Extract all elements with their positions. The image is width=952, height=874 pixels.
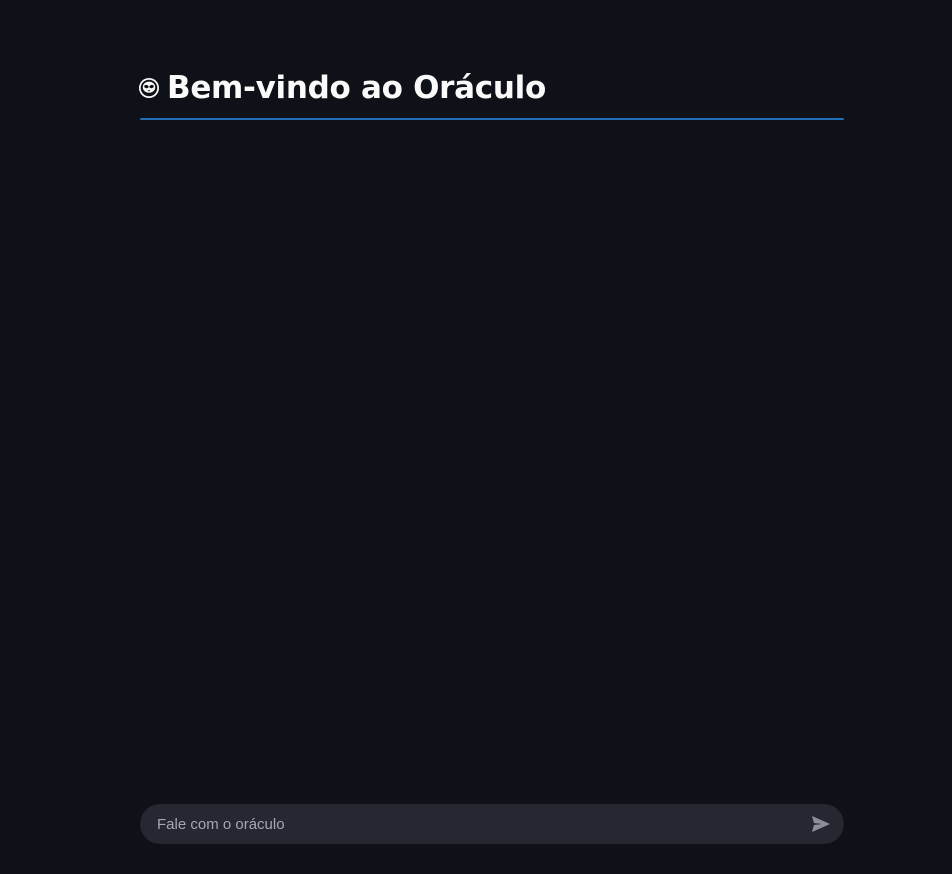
alien-face-icon [138,77,160,99]
chat-input-container [140,804,844,844]
send-button[interactable] [808,811,834,837]
app-root: Bem-vindo ao Oráculo [0,0,952,874]
page-title: Bem-vindo ao Oráculo [167,70,546,106]
page-header: Bem-vindo ao Oráculo [138,66,844,110]
main-content: Bem-vindo ao Oráculo [138,66,844,120]
send-icon [811,815,831,833]
chat-input[interactable] [157,805,808,843]
header-divider [140,118,844,120]
